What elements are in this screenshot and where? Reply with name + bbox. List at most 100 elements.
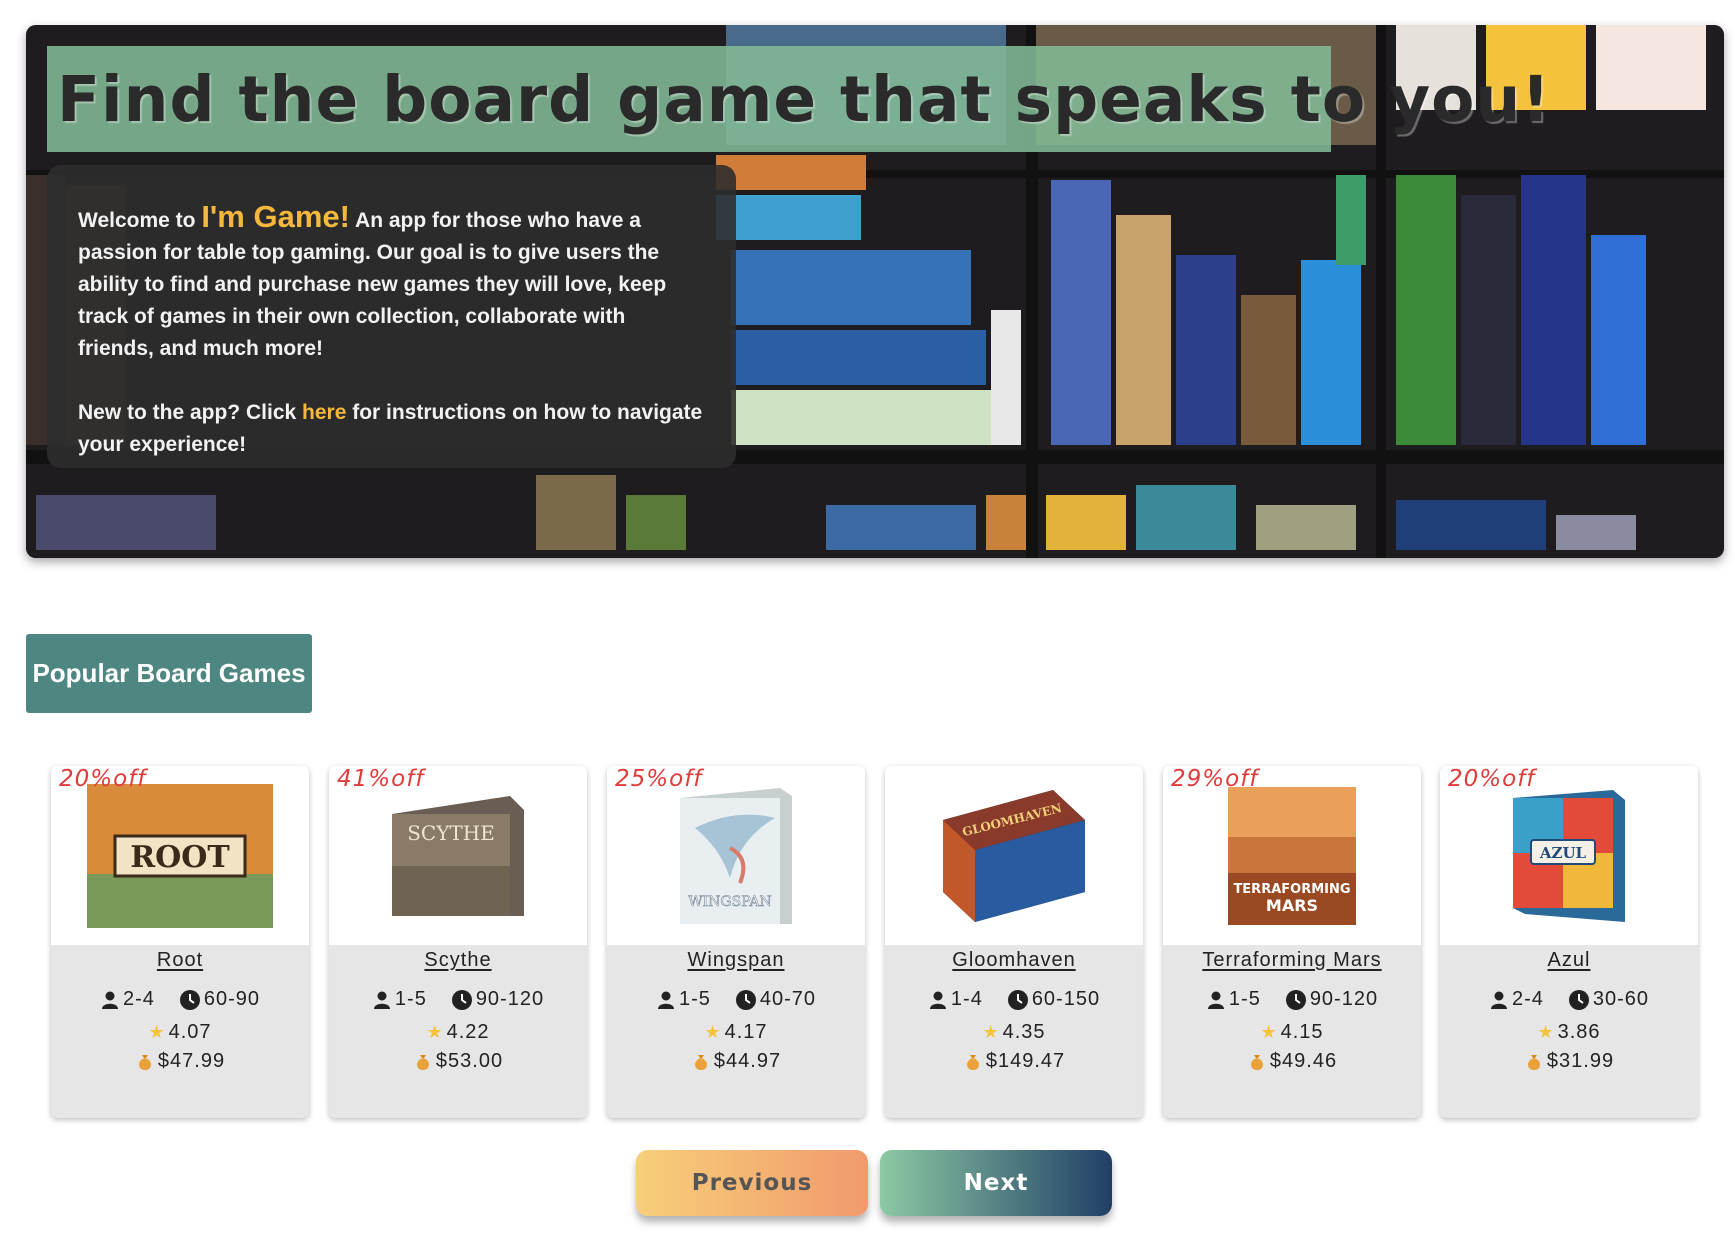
- game-meta: 1-5 40-70: [607, 988, 865, 1011]
- person-icon: [373, 991, 390, 1009]
- clock-icon: [1007, 989, 1028, 1010]
- time-group: 60-150: [1007, 988, 1100, 1011]
- game-card[interactable]: GLOOMHAVEN Gloomhaven 1-4 60-150 ★ 4.35 $…: [885, 766, 1143, 1118]
- play-time: 40-70: [759, 988, 817, 1010]
- hero-banner: Find the board game that speaks to you! …: [26, 25, 1724, 558]
- play-time: 30-60: [1592, 988, 1650, 1010]
- previous-button[interactable]: Previous: [636, 1150, 868, 1216]
- game-image-area: 29%off TERRAFORMING MARS: [1163, 766, 1421, 945]
- players-group: 1-5: [372, 988, 427, 1011]
- discount-badge: 20%off: [1448, 766, 1536, 792]
- help-prefix: New to the app? Click: [78, 401, 303, 424]
- players-count: 1-5: [678, 988, 711, 1010]
- game-image-area: 41%off SCYTHE: [329, 766, 587, 945]
- game-card[interactable]: 41%off SCYTHE Scythe 1-5 90-120 ★ 4.22 $5…: [329, 766, 587, 1118]
- game-card[interactable]: 25%off WINGSPAN Wingspan 1-5 40-70 ★ 4.17…: [607, 766, 865, 1118]
- person-icon: [1490, 991, 1507, 1009]
- game-name-link[interactable]: Azul: [1440, 949, 1698, 972]
- rating-value: 3.86: [1557, 1021, 1601, 1043]
- game-box-image: GLOOMHAVEN: [943, 789, 1085, 922]
- star-icon: ★: [982, 1022, 1000, 1042]
- next-button[interactable]: Next: [880, 1150, 1112, 1216]
- play-time: 60-90: [203, 988, 261, 1010]
- clock-icon: [735, 989, 756, 1010]
- price-row: $31.99: [1440, 1050, 1698, 1073]
- game-box-image: TERRAFORMING MARS: [1228, 786, 1356, 925]
- money-bag-icon: [966, 1054, 979, 1070]
- rating-value: 4.07: [168, 1021, 212, 1043]
- game-name-link[interactable]: Root: [51, 949, 309, 972]
- time-group: 90-120: [451, 988, 544, 1011]
- game-name-link[interactable]: Gloomhaven: [885, 949, 1143, 972]
- help-text: New to the app? Click here for instructi…: [78, 397, 706, 461]
- money-bag-icon: [1250, 1054, 1263, 1070]
- time-group: 30-60: [1568, 988, 1649, 1011]
- brand-name: I'm Game!: [201, 199, 350, 234]
- rating-row: ★ 4.07: [51, 1021, 309, 1044]
- clock-icon: [1568, 989, 1589, 1010]
- price-value: $31.99: [1546, 1050, 1615, 1072]
- price-row: $149.47: [885, 1050, 1143, 1073]
- welcome-box: Welcome to I'm Game! An app for those wh…: [47, 165, 736, 468]
- players-group: 1-5: [1206, 988, 1261, 1011]
- game-name-link[interactable]: Terraforming Mars: [1163, 949, 1421, 972]
- rating-value: 4.35: [1002, 1021, 1046, 1043]
- star-icon: ★: [148, 1022, 166, 1042]
- players-group: 2-4: [1489, 988, 1544, 1011]
- help-link[interactable]: here: [302, 401, 346, 424]
- time-group: 40-70: [735, 988, 816, 1011]
- play-time: 60-150: [1031, 988, 1101, 1010]
- players-count: 2-4: [1511, 988, 1544, 1010]
- rating-value: 4.22: [446, 1021, 490, 1043]
- game-box-image: SCYTHE: [392, 795, 524, 916]
- person-icon: [657, 991, 674, 1009]
- game-image-area: 25%off WINGSPAN: [607, 766, 865, 945]
- welcome-text: Welcome to I'm Game! An app for those wh…: [78, 201, 706, 365]
- person-icon: [929, 991, 946, 1009]
- game-card[interactable]: 20%off AZUL Azul 2-4 30-60 ★ 3.86 $31.99: [1440, 766, 1698, 1118]
- game-box-image: ROOT: [87, 783, 273, 928]
- players-count: 1-4: [950, 988, 983, 1010]
- money-bag-icon: [138, 1054, 151, 1070]
- rating-row: ★ 4.17: [607, 1021, 865, 1044]
- rating-value: 4.15: [1280, 1021, 1324, 1043]
- clock-icon: [179, 989, 200, 1010]
- rating-value: 4.17: [724, 1021, 768, 1043]
- price-value: $53.00: [435, 1050, 504, 1072]
- price-value: $49.46: [1269, 1050, 1338, 1072]
- players-count: 2-4: [122, 988, 155, 1010]
- star-icon: ★: [1260, 1022, 1278, 1042]
- rating-row: ★ 4.35: [885, 1021, 1143, 1044]
- svg-text:TERRAFORMING: TERRAFORMING: [1233, 882, 1350, 897]
- play-time: 90-120: [1309, 988, 1379, 1010]
- game-meta: 1-5 90-120: [329, 988, 587, 1011]
- game-name-link[interactable]: Wingspan: [607, 949, 865, 972]
- players-group: 1-5: [656, 988, 711, 1011]
- person-icon: [101, 991, 118, 1009]
- star-icon: ★: [426, 1022, 444, 1042]
- discount-badge: 25%off: [615, 766, 703, 792]
- game-meta: 1-5 90-120: [1163, 988, 1421, 1011]
- game-card[interactable]: 20%off ROOT Root 2-4 60-90 ★ 4.07 $47.99: [51, 766, 309, 1118]
- section-title-popular: Popular Board Games: [26, 634, 312, 713]
- discount-badge: 29%off: [1171, 766, 1259, 792]
- svg-text:SCYTHE: SCYTHE: [407, 821, 495, 845]
- svg-text:MARS: MARS: [1266, 896, 1318, 915]
- game-box-image: AZUL: [1513, 789, 1625, 922]
- discount-badge: 41%off: [337, 766, 425, 792]
- game-image-area: 20%off AZUL: [1440, 766, 1698, 945]
- svg-text:AZUL: AZUL: [1539, 844, 1587, 862]
- game-image-area: GLOOMHAVEN: [885, 766, 1143, 945]
- rating-row: ★ 4.22: [329, 1021, 587, 1044]
- star-icon: ★: [704, 1022, 722, 1042]
- discount-badge: 20%off: [59, 766, 147, 792]
- clock-icon: [451, 989, 472, 1010]
- game-name-link[interactable]: Scythe: [329, 949, 587, 972]
- rating-row: ★ 4.15: [1163, 1021, 1421, 1044]
- game-card[interactable]: 29%off TERRAFORMING MARS Terraforming Ma…: [1163, 766, 1421, 1118]
- svg-text:WINGSPAN: WINGSPAN: [688, 894, 771, 910]
- price-row: $44.97: [607, 1050, 865, 1073]
- svg-text:ROOT: ROOT: [130, 840, 230, 875]
- welcome-prefix: Welcome to: [78, 209, 202, 232]
- person-icon: [1207, 991, 1224, 1009]
